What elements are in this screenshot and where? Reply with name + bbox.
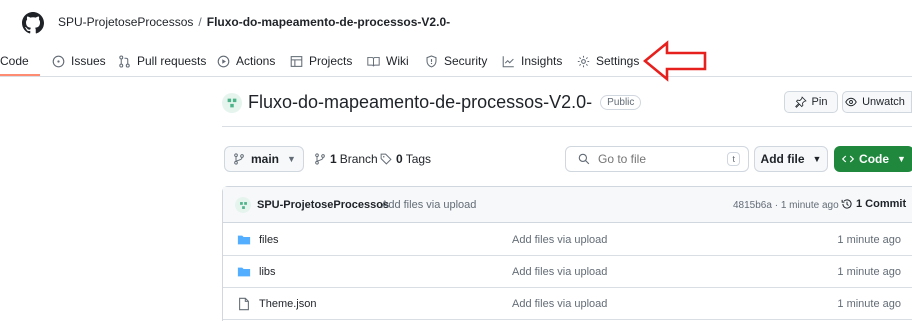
commits-link[interactable]: 1 Commit	[841, 198, 906, 210]
branches-link[interactable]: 1 Branch	[314, 152, 378, 166]
folder-icon	[237, 235, 251, 245]
breadcrumb-repo[interactable]: Fluxo-do-mapeamento-de-processos-V2.0-	[207, 15, 450, 29]
file-name[interactable]: files	[259, 234, 279, 246]
play-icon	[217, 55, 230, 67]
tab-code[interactable]: Code	[0, 50, 29, 72]
branch-icon	[315, 153, 325, 165]
go-to-file-search[interactable]: t	[565, 146, 749, 172]
tab-actions-label: Actions	[236, 54, 276, 68]
tab-pull-requests-label: Pull requests	[137, 54, 207, 68]
caret-down-icon: ▼	[897, 154, 906, 164]
branches-label: Branch	[339, 152, 378, 166]
tab-settings[interactable]: Settings	[577, 50, 639, 72]
red-arrow-annotation-icon	[643, 40, 707, 82]
repo-nav-tabs: Code Issues Pull requests Actions Projec…	[0, 44, 912, 76]
tab-issues-label: Issues	[71, 54, 106, 68]
folder-icon	[237, 267, 251, 277]
code-button[interactable]: Code ▼	[834, 146, 912, 172]
caret-down-icon: ▼	[287, 154, 296, 164]
gear-icon	[577, 55, 590, 67]
tags-label: Tags	[405, 152, 432, 166]
tab-pull-requests[interactable]: Pull requests	[118, 50, 206, 72]
caret-down-icon: ▼	[812, 154, 822, 164]
repo-avatar	[222, 92, 242, 113]
nav-divider	[0, 76, 912, 77]
repo-header-divider	[222, 126, 912, 127]
tab-security-label: Security	[444, 54, 488, 68]
branch-selector[interactable]: main ▼	[224, 146, 304, 172]
file-row[interactable]: libs Add files via upload 1 minute ago	[223, 256, 912, 288]
pull-request-icon	[119, 54, 130, 68]
book-icon	[367, 56, 380, 66]
graph-icon	[502, 55, 514, 67]
file-time: 1 minute ago	[837, 234, 901, 246]
tab-insights-label: Insights	[521, 54, 563, 68]
tab-projects[interactable]: Projects	[290, 50, 352, 72]
branch-name: main	[251, 152, 280, 166]
code-button-label: Code	[859, 152, 890, 166]
tab-security[interactable]: Security	[425, 50, 487, 72]
tab-projects-label: Projects	[309, 54, 353, 68]
search-icon	[578, 153, 590, 165]
tab-actions[interactable]: Actions	[217, 50, 275, 72]
unwatch-label: Unwatch	[862, 96, 905, 108]
tag-icon	[380, 153, 392, 165]
shield-icon	[426, 54, 437, 68]
breadcrumb-separator: /	[198, 15, 202, 29]
latest-commit-row: SPU-ProjetoseProcessos Add files via upl…	[223, 187, 912, 223]
eye-icon	[845, 97, 857, 107]
visibility-badge: Public	[600, 95, 642, 110]
tags-link[interactable]: 0 Tags	[380, 152, 431, 166]
owner-avatar-icon	[239, 201, 247, 209]
tab-wiki-label: Wiki	[386, 54, 409, 68]
shortcut-key: t	[727, 152, 740, 166]
commit-message[interactable]: Add files via upload	[381, 199, 476, 211]
table-icon	[290, 55, 303, 67]
file-list: SPU-ProjetoseProcessos Add files via upl…	[222, 186, 912, 321]
add-file-label: Add file	[760, 152, 805, 166]
file-name[interactable]: Theme.json	[259, 298, 316, 310]
top-header: SPU-ProjetoseProcessos / Fluxo-do-mapeamen…	[0, 0, 912, 40]
tab-settings-label: Settings	[596, 54, 640, 68]
repo-title[interactable]: Fluxo-do-mapeamento-de-processos-V2.0-	[248, 92, 592, 113]
file-time: 1 minute ago	[837, 298, 901, 310]
tab-wiki[interactable]: Wiki	[367, 50, 409, 72]
commits-label: 1 Commit	[856, 198, 907, 210]
code-icon	[842, 155, 855, 163]
pin-label: Pin	[811, 96, 828, 108]
file-icon	[239, 297, 249, 311]
commit-author-avatar[interactable]	[235, 197, 251, 213]
file-commit-message[interactable]: Add files via upload	[512, 298, 607, 310]
tab-code-label: Code	[0, 54, 29, 68]
tab-insights[interactable]: Insights	[502, 50, 562, 72]
file-commit-message[interactable]: Add files via upload	[512, 234, 607, 246]
breadcrumb: SPU-ProjetoseProcessos / Fluxo-do-mapeamen…	[58, 15, 450, 29]
repo-header: Fluxo-do-mapeamento-de-processos-V2.0- P…	[222, 92, 642, 113]
branch-icon	[234, 153, 244, 165]
file-row[interactable]: Theme.json Add files via upload 1 minute…	[223, 288, 912, 320]
owner-avatar-icon	[227, 98, 237, 107]
tab-issues[interactable]: Issues	[52, 50, 106, 72]
breadcrumb-owner[interactable]: SPU-ProjetoseProcessos	[58, 15, 193, 29]
add-file-button[interactable]: Add file ▼	[754, 146, 828, 172]
pin-icon	[794, 96, 807, 108]
issue-icon	[52, 55, 65, 67]
file-time: 1 minute ago	[837, 266, 901, 278]
tags-count: 0	[396, 152, 403, 166]
file-name[interactable]: libs	[259, 266, 276, 278]
history-icon	[841, 199, 852, 209]
file-row[interactable]: files Add files via upload 1 minute ago	[223, 224, 912, 256]
branches-count: 1	[330, 152, 337, 166]
pin-button[interactable]: Pin	[784, 91, 838, 113]
commit-hash-time[interactable]: 4815b6a · 1 minute ago	[733, 200, 839, 211]
watch-dropdown-button[interactable]	[907, 91, 912, 113]
commit-author[interactable]: SPU-ProjetoseProcessos	[257, 199, 389, 211]
file-commit-message[interactable]: Add files via upload	[512, 266, 607, 278]
unwatch-button[interactable]: Unwatch	[842, 91, 908, 113]
github-logo-icon[interactable]	[22, 12, 44, 34]
go-to-file-input[interactable]	[598, 152, 708, 166]
